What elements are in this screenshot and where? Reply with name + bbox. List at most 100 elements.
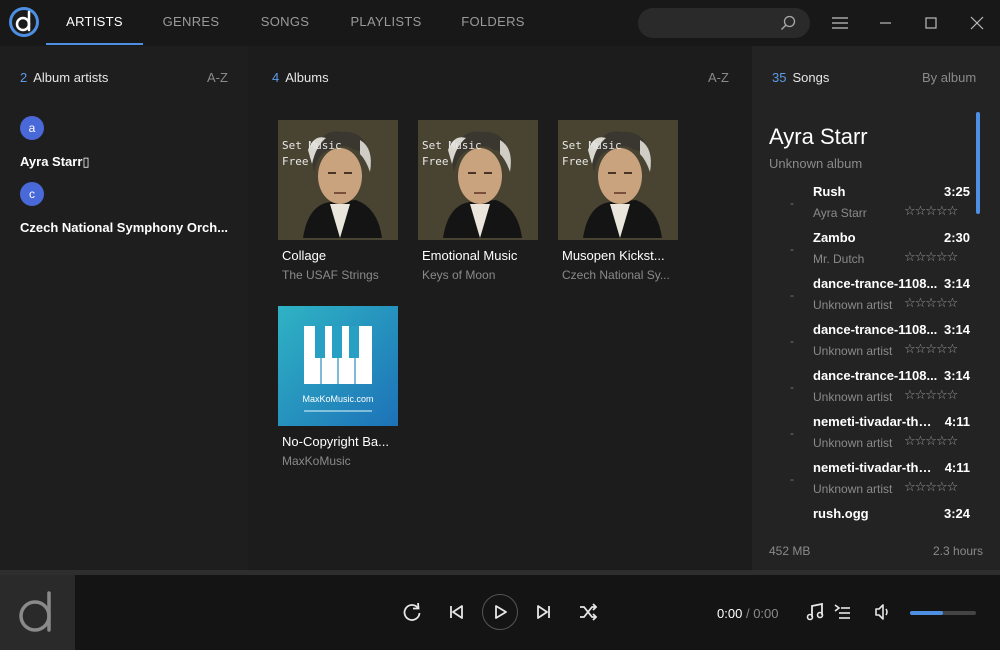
playback-time: 0:00 / 0:00: [717, 606, 779, 621]
track-number: -: [790, 242, 794, 256]
song-group-album: Unknown album: [769, 156, 863, 171]
songs-title: Songs: [792, 70, 830, 85]
album-title: Emotional Music: [422, 248, 518, 263]
song-row[interactable]: - dance-trance-1108... 3:14 Unknown arti…: [752, 276, 1000, 322]
album-card[interactable]: MaxKoMusic.com No-Copyright Ba... MaxKoM…: [278, 306, 400, 468]
track-number: -: [790, 196, 794, 210]
tab-artists[interactable]: ARTISTS: [46, 0, 143, 46]
tab-playlists[interactable]: PLAYLISTS: [336, 0, 436, 46]
piano-artwork: [278, 306, 398, 426]
rating-stars[interactable]: ☆☆☆☆☆: [904, 203, 958, 219]
album-artist: MaxKoMusic: [282, 454, 351, 468]
queue-icon[interactable]: [830, 599, 856, 625]
volume-slider[interactable]: [910, 611, 976, 615]
song-title: dance-trance-1108...: [813, 322, 938, 337]
song-row[interactable]: - dance-trance-1108... 3:14 Unknown arti…: [752, 368, 1000, 414]
rating-stars[interactable]: ☆☆☆☆☆: [904, 479, 958, 495]
letter-group-a[interactable]: a: [20, 116, 44, 140]
album-title: Musopen Kickst...: [562, 248, 665, 263]
volume-icon[interactable]: [870, 599, 896, 625]
maximize-icon[interactable]: [916, 8, 946, 38]
library-size: 452 MB: [769, 544, 811, 558]
album-artists-header: 2 Album artists: [20, 70, 108, 85]
song-title: rush.ogg: [813, 506, 869, 521]
song-row[interactable]: - nemeti-tivadar-the-... 4:11 Unknown ar…: [752, 414, 1000, 460]
next-icon[interactable]: [531, 599, 557, 625]
song-title: nemeti-tivadar-the-...: [813, 460, 938, 475]
menu-icon[interactable]: [825, 8, 855, 38]
songs-header: 35 Songs: [772, 70, 829, 85]
song-artist: Unknown artist: [813, 436, 893, 450]
cover-text: MaxKoMusic.com: [302, 394, 374, 404]
song-duration: 4:11: [944, 414, 970, 429]
album-cover[interactable]: MaxKoMusic.com: [278, 306, 398, 426]
song-duration: 3:14: [943, 276, 970, 291]
song-artist: Unknown artist: [813, 482, 893, 496]
play-button[interactable]: [482, 594, 518, 630]
album-card[interactable]: Set Music Free Collage The USAF Strings: [278, 120, 400, 282]
song-duration: 3:14: [943, 368, 970, 383]
song-row[interactable]: - Zambo 2:30 Mr. Dutch ☆☆☆☆☆: [752, 230, 1000, 276]
songs-sort-button[interactable]: By album: [922, 70, 976, 85]
active-tab-indicator: [46, 43, 143, 45]
cover-text: Set Music Free: [562, 139, 622, 168]
current-time: 0:00: [717, 606, 743, 621]
app-logo-icon[interactable]: [8, 6, 40, 38]
song-artist: Unknown artist: [813, 298, 893, 312]
tab-folders[interactable]: FOLDERS: [448, 0, 538, 46]
library-duration: 2.3 hours: [933, 544, 984, 558]
shuffle-icon[interactable]: [575, 599, 601, 625]
title-bar: ARTISTS GENRES SONGS PLAYLISTS FOLDERS: [0, 0, 1000, 46]
previous-icon[interactable]: [443, 599, 469, 625]
now-playing-icon[interactable]: [802, 599, 828, 625]
album-cover[interactable]: Set Music Free: [558, 120, 678, 240]
song-artist: Ayra Starr: [813, 206, 867, 220]
song-duration: 4:11: [944, 460, 970, 475]
songs-count: 35: [772, 70, 787, 85]
song-row[interactable]: rush.ogg 3:24: [752, 506, 1000, 530]
total-time: 0:00: [753, 606, 779, 621]
album-cover[interactable]: Set Music Free: [418, 120, 538, 240]
rating-stars[interactable]: ☆☆☆☆☆: [904, 341, 958, 357]
loop-icon[interactable]: [399, 599, 425, 625]
letter-group-c[interactable]: c: [20, 182, 44, 206]
album-artists-sort-button[interactable]: A-Z: [207, 70, 228, 85]
song-title: dance-trance-1108...: [813, 368, 938, 383]
artist-item[interactable]: Czech National Symphony Orch...: [20, 220, 228, 235]
cover-text: Set Music Free: [422, 139, 482, 168]
rating-stars[interactable]: ☆☆☆☆☆: [904, 387, 958, 403]
album-artist: The USAF Strings: [282, 268, 379, 282]
tab-songs[interactable]: SONGS: [240, 0, 330, 46]
close-icon[interactable]: [962, 8, 992, 38]
song-title: nemeti-tivadar-the-...: [813, 414, 938, 429]
album-artists-title: Album artists: [33, 70, 109, 85]
artist-item[interactable]: Ayra Starr▯: [20, 154, 90, 170]
rating-stars[interactable]: ☆☆☆☆☆: [904, 249, 958, 265]
song-artist: Mr. Dutch: [813, 252, 865, 266]
song-title: Zambo: [813, 230, 856, 245]
album-card[interactable]: Set Music Free Musopen Kickst... Czech N…: [558, 120, 680, 282]
minimize-icon[interactable]: [870, 8, 900, 38]
app-logo-icon: [19, 591, 51, 632]
album-artist: Keys of Moon: [422, 268, 496, 282]
album-cover[interactable]: Set Music Free: [278, 120, 398, 240]
albums-count: 4: [272, 70, 280, 85]
tab-genres[interactable]: GENRES: [146, 0, 236, 46]
rating-stars[interactable]: ☆☆☆☆☆: [904, 295, 958, 311]
albums-sort-button[interactable]: A-Z: [708, 70, 729, 85]
search-box[interactable]: [638, 8, 810, 38]
song-title: dance-trance-1108...: [813, 276, 938, 291]
search-icon[interactable]: [780, 15, 796, 31]
rating-stars[interactable]: ☆☆☆☆☆: [904, 433, 958, 449]
albums-panel: 4 Albums A-Z Set Music Free Collage The …: [248, 46, 752, 570]
search-input[interactable]: [638, 8, 768, 38]
song-row[interactable]: - dance-trance-1108... 3:14 Unknown arti…: [752, 322, 1000, 368]
song-row[interactable]: - Rush 3:25 Ayra Starr ☆☆☆☆☆: [752, 184, 1000, 230]
song-row[interactable]: - nemeti-tivadar-the-... 4:11 Unknown ar…: [752, 460, 1000, 506]
track-number: -: [790, 334, 794, 348]
album-card[interactable]: Set Music Free Emotional Music Keys of M…: [418, 120, 540, 282]
now-playing-artwork[interactable]: [0, 575, 75, 650]
song-duration: 3:24: [943, 506, 970, 521]
song-duration: 2:30: [943, 230, 970, 245]
album-artists-panel: 2 Album artists A-Z a Ayra Starr▯ c Czech…: [0, 46, 248, 570]
